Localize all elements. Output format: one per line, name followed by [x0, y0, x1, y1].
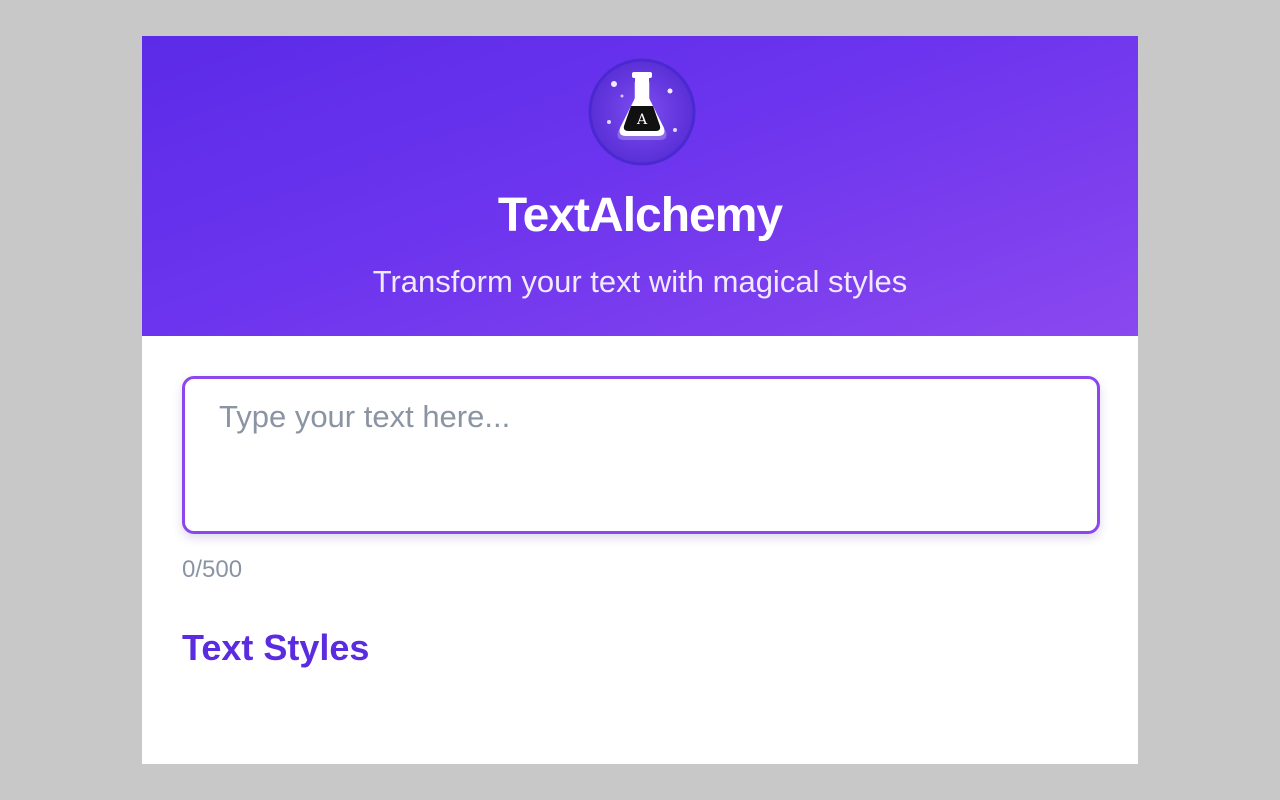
character-count: 0/500: [182, 556, 243, 583]
header: A TextAlchemy Transform your text with m…: [142, 36, 1138, 336]
app-window: A TextAlchemy Transform your text with m…: [142, 36, 1138, 764]
text-styles-heading: Text Styles: [182, 627, 370, 668]
text-input[interactable]: [182, 376, 1100, 534]
app-title: TextAlchemy: [497, 189, 783, 242]
potion-flask-icon: A: [588, 58, 696, 166]
app-subtitle: Transform your text with magical styles: [372, 264, 908, 299]
svg-text:A: A: [636, 112, 648, 128]
main-content: 0/500 Text Styles: [142, 336, 1138, 670]
